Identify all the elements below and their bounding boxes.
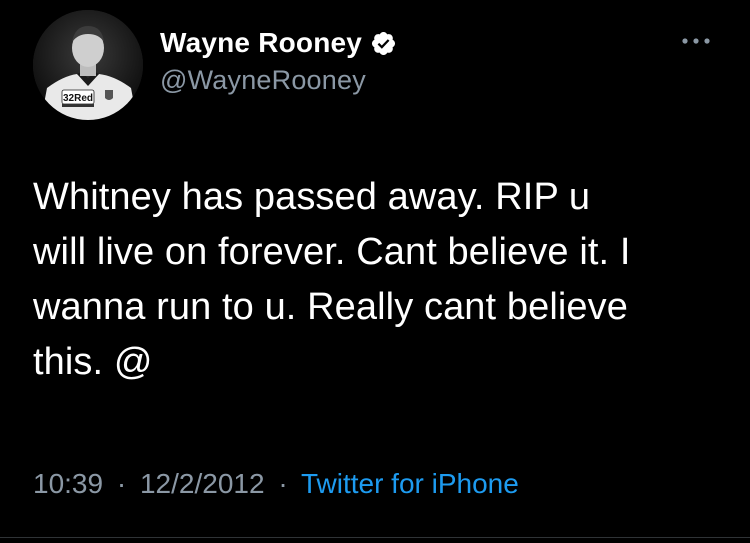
avatar-image: 32Red [33,10,143,120]
more-options-button[interactable] [676,26,716,56]
meta-separator: · [278,468,288,499]
tweet-meta: 10:39 · 12/2/2012 · Twitter for iPhone [33,468,519,500]
tweet-text: Whitney has passed away. RIP u will live… [33,176,631,383]
tweet-card: 32Red Wayne Rooney @WayneRooney Whitney … [0,0,750,543]
tweet-source-link[interactable]: Twitter for iPhone [301,468,519,499]
author-handle[interactable]: @WayneRooney [160,65,397,96]
tweet-time[interactable]: 10:39 [33,468,103,499]
author-name-row: Wayne Rooney [160,26,397,60]
divider [0,537,750,538]
more-horizontal-icon [681,32,711,50]
avatar[interactable]: 32Red [33,10,143,120]
tweet-header: Wayne Rooney @WayneRooney [160,26,397,96]
meta-separator: · [116,468,127,499]
author-display-name[interactable]: Wayne Rooney [160,27,362,59]
verified-badge-icon [370,30,397,57]
avatar-shirt-text: 32Red [63,93,93,104]
tweet-date[interactable]: 12/2/2012 [140,468,265,499]
